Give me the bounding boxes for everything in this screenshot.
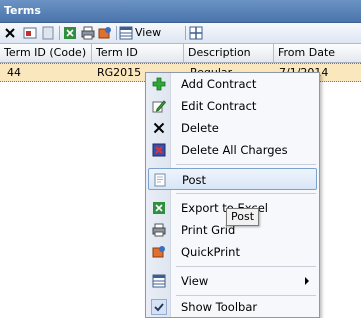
excel-icon[interactable] xyxy=(62,25,78,41)
printer-icon xyxy=(151,222,167,238)
column-header-description[interactable]: Description xyxy=(184,44,274,62)
menu-item-label: Edit Contract xyxy=(181,99,257,113)
menu-item-label: Show Toolbar xyxy=(181,300,258,314)
add-icon xyxy=(151,76,167,92)
filter-icon[interactable] xyxy=(22,25,38,41)
panel-title: Terms xyxy=(4,4,41,17)
submenu-arrow-icon xyxy=(305,277,309,285)
toolbar-separator xyxy=(59,26,60,40)
menu-item-show-toolbar[interactable]: Show Toolbar xyxy=(148,296,317,318)
context-menu: Add Contract Edit Contract Delete Delete… xyxy=(145,72,320,318)
toolbar-separator xyxy=(185,26,186,40)
cell-term-id: RG2015 xyxy=(97,66,142,79)
quickprint-icon xyxy=(151,244,167,260)
menu-item-label: Add Contract xyxy=(181,77,257,91)
delete-all-icon xyxy=(151,142,167,158)
checkmark-icon xyxy=(151,299,167,315)
view-icon[interactable] xyxy=(118,25,134,41)
post-document-icon xyxy=(152,172,168,188)
column-header-term-id[interactable]: Term ID xyxy=(92,44,184,62)
panel-title-bar: Terms xyxy=(0,0,361,23)
edit-pencil-icon xyxy=(151,98,167,114)
menu-separator xyxy=(176,193,316,194)
grid-layout-icon[interactable] xyxy=(188,25,204,41)
menu-item-label: Delete xyxy=(181,121,219,135)
clear-filter-icon[interactable] xyxy=(40,25,56,41)
menu-item-edit-contract[interactable]: Edit Contract xyxy=(148,95,317,117)
menu-item-post[interactable]: Post xyxy=(148,168,317,190)
column-header-from-date[interactable]: From Date xyxy=(274,44,361,62)
excel-icon xyxy=(151,200,167,216)
tooltip: Post xyxy=(226,208,260,226)
menu-item-quickprint[interactable]: QuickPrint xyxy=(148,241,317,263)
menu-item-label: View xyxy=(181,274,209,288)
toolbar-separator xyxy=(116,26,117,40)
menu-separator xyxy=(176,164,316,165)
menu-item-label: Delete All Charges xyxy=(181,143,288,157)
column-header-term-code[interactable]: Term ID (Code) xyxy=(0,44,92,62)
menu-item-view[interactable]: View xyxy=(148,270,317,292)
cell-term-code: 44 xyxy=(7,66,21,79)
menu-item-label: Post xyxy=(182,173,207,187)
menu-item-add-contract[interactable]: Add Contract xyxy=(148,73,317,95)
menu-item-label: QuickPrint xyxy=(181,245,240,259)
view-icon xyxy=(151,273,167,289)
toolbar: View xyxy=(0,23,361,44)
view-label[interactable]: View xyxy=(135,26,161,39)
grid-header: Term ID (Code) Term ID Description From … xyxy=(0,44,361,63)
delete-x-icon[interactable] xyxy=(2,25,18,41)
menu-item-delete[interactable]: Delete xyxy=(148,117,317,139)
menu-separator xyxy=(176,266,316,267)
menu-item-delete-all-charges[interactable]: Delete All Charges xyxy=(148,139,317,161)
printer-icon[interactable] xyxy=(80,25,96,41)
quickprint-icon[interactable] xyxy=(97,25,113,41)
delete-x-icon xyxy=(151,120,167,136)
